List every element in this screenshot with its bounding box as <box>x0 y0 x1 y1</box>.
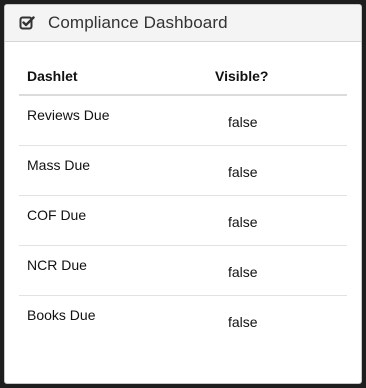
visible-value-cell: false <box>228 313 258 330</box>
table-header-row: Dashlet Visible? <box>19 57 347 96</box>
visible-value-cell: false <box>215 195 347 246</box>
dashlet-name-cell: COF Due <box>19 195 215 246</box>
table-row: COF Due false <box>19 195 347 246</box>
table-row: Reviews Due false <box>19 95 347 146</box>
table-row: Books Due false <box>19 295 347 345</box>
dashlet-name-cell: Reviews Due <box>19 95 215 146</box>
column-header-visible: Visible? <box>215 57 347 96</box>
dashlet-name-cell: Mass Due <box>19 145 215 196</box>
visible-value-cell: false <box>215 145 347 196</box>
dashlet-name-cell: Books Due <box>27 306 96 323</box>
column-header-dashlet: Dashlet <box>19 57 215 96</box>
visible-value-cell: false <box>215 95 347 146</box>
checkbox-checked-icon <box>19 15 35 31</box>
visible-value-cell: false <box>215 245 347 296</box>
panel-header: Compliance Dashboard <box>5 5 361 42</box>
table-row: NCR Due false <box>19 245 347 296</box>
table-row: Mass Due false <box>19 145 347 196</box>
compliance-dashboard-panel: Compliance Dashboard Dashlet Visible? Re… <box>4 4 362 384</box>
dashlet-table: Dashlet Visible? Reviews Due false Mass … <box>19 57 347 345</box>
panel-title: Compliance Dashboard <box>48 13 228 32</box>
dashlet-table-container: Dashlet Visible? Reviews Due false Mass … <box>19 57 347 345</box>
dashlet-name-cell: NCR Due <box>19 245 215 296</box>
